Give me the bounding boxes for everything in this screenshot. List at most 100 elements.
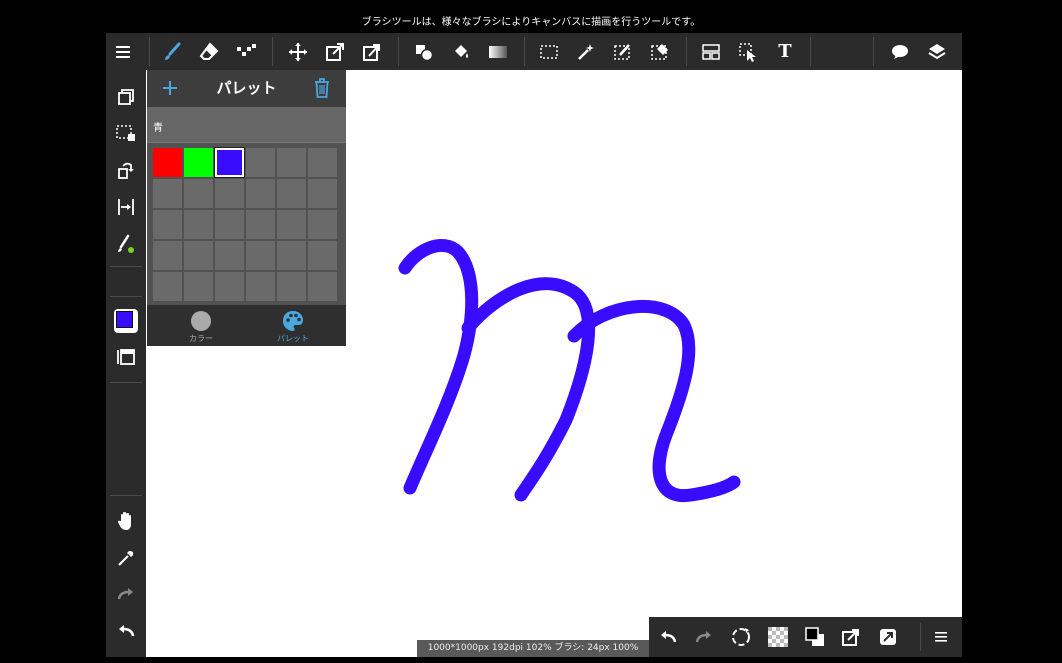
empty-swatch[interactable] <box>277 148 306 177</box>
undo-icon[interactable] <box>110 615 142 647</box>
text-tool-label: T <box>778 41 792 62</box>
empty-swatch[interactable] <box>184 210 213 239</box>
transform-icon[interactable] <box>319 33 351 70</box>
primary-color-swatch[interactable] <box>110 305 142 337</box>
hamburger-menu-icon[interactable] <box>108 33 140 70</box>
empty-swatch[interactable] <box>153 272 182 301</box>
bottom-toolbar <box>649 617 962 657</box>
empty-swatch[interactable] <box>184 272 213 301</box>
move-icon[interactable] <box>282 33 314 70</box>
flip-icon[interactable] <box>110 191 142 223</box>
warp-icon[interactable] <box>356 33 388 70</box>
color-swatch[interactable] <box>184 148 213 177</box>
eyedropper-icon[interactable] <box>110 542 142 574</box>
empty-swatch[interactable] <box>246 179 275 208</box>
empty-swatch[interactable] <box>277 179 306 208</box>
sidebar-divider <box>110 495 142 496</box>
eraser-icon[interactable] <box>193 33 225 70</box>
empty-swatch[interactable] <box>308 241 337 270</box>
color-swatch[interactable] <box>153 148 182 177</box>
empty-swatch[interactable] <box>277 210 306 239</box>
add-icon[interactable] <box>157 75 183 101</box>
empty-swatch[interactable] <box>246 272 275 301</box>
empty-swatch[interactable] <box>308 148 337 177</box>
sidebar-divider <box>110 266 142 267</box>
palette-panel: パレット 青 カラー パレット <box>147 70 346 346</box>
frame-divider-icon[interactable] <box>695 33 727 70</box>
toolbar-divider <box>524 37 525 66</box>
hand-icon[interactable] <box>110 505 142 537</box>
brush-icon[interactable] <box>156 33 188 70</box>
brush-color-icon[interactable] <box>110 228 142 260</box>
stroke-path <box>567 299 741 503</box>
primary-color <box>116 311 133 328</box>
tab-palette[interactable]: パレット <box>247 305 339 346</box>
palette-name-field[interactable]: 青 <box>147 107 346 143</box>
toolbar-divider <box>810 37 811 66</box>
select-eraser-icon[interactable] <box>644 33 676 70</box>
empty-swatch[interactable] <box>184 179 213 208</box>
dot-tool-icon[interactable] <box>230 33 262 70</box>
tab-palette-label: パレット <box>277 334 309 343</box>
toolbar-divider <box>272 37 273 66</box>
tool-hint: ブラシツールは、様々なブラシによりキャンバスに描画を行うツールです。 <box>361 17 701 28</box>
shape-icon[interactable] <box>408 33 440 70</box>
fg-bg-color-icon[interactable] <box>799 621 831 653</box>
toolbar-divider <box>920 623 921 651</box>
empty-swatch[interactable] <box>184 241 213 270</box>
rotate-canvas-icon[interactable] <box>725 621 757 653</box>
duplicate-icon[interactable] <box>110 81 142 113</box>
window-icon[interactable] <box>110 341 142 373</box>
bucket-fill-icon[interactable] <box>445 33 477 70</box>
redo-icon[interactable] <box>110 578 142 610</box>
palette-name: 青 <box>153 123 163 134</box>
empty-swatch[interactable] <box>246 241 275 270</box>
empty-swatch[interactable] <box>153 179 182 208</box>
magic-wand-icon[interactable] <box>570 33 602 70</box>
operation-icon[interactable] <box>732 33 764 70</box>
export-icon[interactable] <box>835 621 867 653</box>
empty-swatch[interactable] <box>277 241 306 270</box>
undo-icon[interactable] <box>652 621 684 653</box>
selection-icon[interactable] <box>110 117 142 149</box>
color-swatch[interactable] <box>214 147 245 178</box>
empty-swatch[interactable] <box>277 272 306 301</box>
fullscreen-icon[interactable] <box>872 621 904 653</box>
empty-swatch[interactable] <box>308 272 337 301</box>
trash-icon[interactable] <box>309 75 335 101</box>
rotate-icon[interactable] <box>110 154 142 186</box>
text-tool-icon[interactable]: T <box>769 33 801 70</box>
empty-swatch[interactable] <box>153 241 182 270</box>
empty-swatch[interactable] <box>246 210 275 239</box>
select-pen-icon[interactable] <box>607 33 639 70</box>
left-sidebar <box>106 70 146 657</box>
empty-swatch[interactable] <box>308 179 337 208</box>
select-icon[interactable] <box>533 33 565 70</box>
color-circle-icon <box>191 311 211 331</box>
empty-swatch[interactable] <box>215 210 244 239</box>
stroke-path <box>461 277 596 502</box>
tab-color[interactable]: カラー <box>155 305 247 346</box>
palette-tabs: カラー パレット <box>147 305 346 346</box>
empty-swatch[interactable] <box>153 210 182 239</box>
stroke-path <box>398 239 479 495</box>
toolbar-divider <box>873 37 874 66</box>
status-bar: 1000*1000px 192dpi 102% ブラシ: 24px 100% <box>417 640 649 657</box>
balloon-icon[interactable] <box>884 33 916 70</box>
hamburger-menu-icon[interactable] <box>926 621 958 653</box>
sidebar-divider <box>110 382 142 383</box>
layers-icon[interactable] <box>921 33 953 70</box>
top-toolbar: T <box>106 33 962 70</box>
transparency-icon[interactable] <box>762 621 794 653</box>
empty-swatch[interactable] <box>246 148 275 177</box>
redo-icon[interactable] <box>688 621 720 653</box>
sidebar-divider <box>110 296 142 297</box>
toolbar-divider <box>686 37 687 66</box>
gradient-icon[interactable] <box>482 33 514 70</box>
swatch-grid <box>153 147 337 301</box>
empty-swatch[interactable] <box>308 210 337 239</box>
toolbar-divider <box>149 37 150 66</box>
empty-swatch[interactable] <box>215 241 244 270</box>
empty-swatch[interactable] <box>215 272 244 301</box>
empty-swatch[interactable] <box>215 179 244 208</box>
